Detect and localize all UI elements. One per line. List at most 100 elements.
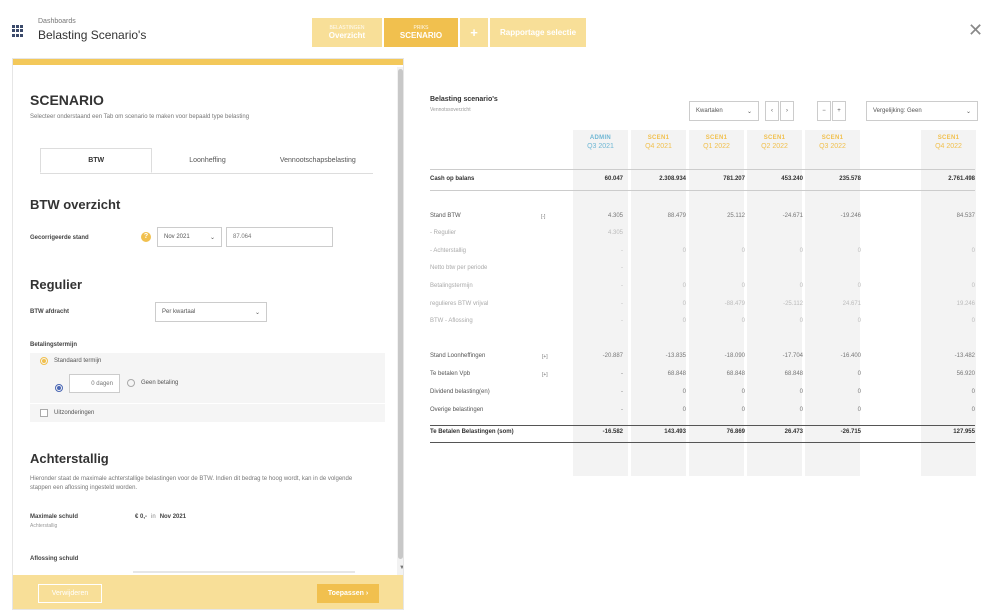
column-period: Q3 2021 [587, 143, 614, 150]
table-cell: 235.578 [839, 176, 861, 182]
table-cell: -17.704 [782, 353, 803, 359]
row-expander[interactable]: [+] [542, 372, 548, 378]
row-label: Cash op balans [430, 176, 475, 182]
table-cell: 2.308.934 [659, 176, 686, 182]
exceptions-checkbox[interactable] [40, 409, 48, 417]
table-cell: 0 [857, 283, 861, 289]
tab-scenario-label: SCENARIO [399, 31, 443, 40]
afdracht-select[interactable]: Per kwartaal ⌄ [155, 302, 267, 322]
breadcrumb[interactable]: Dashboards [38, 18, 76, 25]
scenario-heading: SCENARIO [30, 92, 104, 108]
achterstallig-description: Hieronder staat de maximale achterstalli… [30, 476, 353, 491]
max-debt-sublabel: Achterstallig [30, 523, 58, 529]
table-cell: 781.207 [723, 176, 745, 182]
standard-term-option[interactable]: Standaard termijn [30, 353, 385, 369]
column-period: Q4 2021 [645, 143, 672, 150]
tab-rapportage-selectie[interactable]: Rapportage selectie [490, 18, 586, 47]
corrected-value-input[interactable]: 87.064 [226, 227, 333, 247]
max-debt-amount: € 0,- [135, 514, 148, 520]
table-cell: 0 [971, 248, 975, 254]
days-input[interactable]: 0 dagen [69, 374, 120, 393]
table-cell: 0 [857, 389, 861, 395]
compare-value: Vergelijking: Geen [873, 108, 922, 114]
scrollbar-thumb[interactable] [398, 69, 403, 559]
table-cell: - [621, 371, 623, 377]
column-header: SCEN1 Q4 2021 [631, 135, 686, 150]
delete-button[interactable]: Verwijderen [38, 584, 102, 603]
standard-term-radio[interactable] [40, 357, 48, 365]
panel-scrollbar[interactable] [397, 67, 403, 575]
table-cell: 0 [799, 389, 803, 395]
grid-icon[interactable] [12, 25, 25, 37]
table-cell: 0 [682, 248, 686, 254]
table-cell: 0 [857, 318, 861, 324]
table-cell: -20.887 [602, 353, 623, 359]
period-value: Kwartalen [696, 108, 723, 114]
column-period: Q1 2022 [703, 143, 730, 150]
row-label: Stand Loonheffingen [430, 353, 486, 359]
column-type: SCEN1 [647, 135, 670, 141]
table-cell: 0 [799, 407, 803, 413]
tab-overzicht-label: Overzicht [328, 31, 366, 40]
table-cell: 0 [799, 283, 803, 289]
info-icon[interactable]: ? [141, 232, 151, 242]
table-cell: - [621, 318, 623, 324]
max-debt-label: Maximale schuld [30, 514, 79, 520]
afdracht-value: Per kwartaal [162, 309, 196, 315]
row-label: Overige belastingen [430, 407, 484, 413]
corrected-label: Gecorrigeerde stand [30, 235, 89, 241]
chevron-down-icon: ⌄ [254, 309, 260, 316]
table-cell: 0 [799, 318, 803, 324]
table-cell: 0 [857, 248, 861, 254]
row-label: - Regulier [430, 230, 457, 236]
column-period: Q2 2022 [761, 143, 788, 150]
table-cell: 60.047 [604, 176, 623, 182]
standard-term-label: Standaard termijn [54, 358, 102, 364]
no-payment-radio[interactable] [127, 379, 135, 387]
table-cell: 25.112 [727, 213, 745, 219]
zoom-out-button[interactable]: − [817, 101, 831, 121]
apply-button[interactable]: Toepassen › [317, 584, 379, 603]
table-cell: 0 [682, 389, 686, 395]
tab-overzicht[interactable]: BELASTINGEN Overzicht [312, 18, 382, 47]
no-payment-option[interactable]: Geen betaling [127, 379, 178, 387]
prev-period-button[interactable]: ‹ [765, 101, 779, 121]
row-expander[interactable]: [+] [542, 354, 548, 360]
cash-divider [430, 190, 975, 191]
scenario-table-title: Belasting scenario's [430, 96, 498, 103]
corrected-month-select[interactable]: Nov 2021 ⌄ [157, 227, 222, 247]
table-cell: 68.848 [784, 371, 803, 377]
no-payment-label: Geen betaling [141, 380, 179, 386]
table-cell: 0 [741, 389, 745, 395]
days-radio[interactable] [55, 379, 69, 397]
header-divider [430, 169, 975, 170]
table-cell: - [621, 265, 623, 271]
tab-overzicht-small: BELASTINGEN [329, 25, 365, 31]
table-cell: 2.761.498 [948, 176, 975, 182]
table-cell: - [621, 248, 623, 254]
column-type: SCEN1 [705, 135, 728, 141]
row-expander[interactable]: [-] [541, 214, 545, 220]
compare-select[interactable]: Vergelijking: Geen ⌄ [866, 101, 978, 121]
column-type: ADMIN [589, 135, 612, 141]
close-icon[interactable]: ✕ [968, 20, 983, 41]
corrected-month-value: Nov 2021 [164, 234, 190, 240]
table-cell: 0 [741, 283, 745, 289]
table-cell: 0 [857, 407, 861, 413]
column-header: ADMIN Q3 2021 [573, 135, 628, 150]
table-cell: 453.240 [781, 176, 803, 182]
period-select[interactable]: Kwartalen ⌄ [689, 101, 759, 121]
tab-loonheffing[interactable]: Loonheffing [152, 148, 262, 173]
exceptions-option[interactable]: Uitzonderingen [30, 404, 385, 422]
next-period-button[interactable]: › [780, 101, 794, 121]
table-cell: 76.869 [726, 429, 745, 435]
tab-btw[interactable]: BTW [40, 148, 153, 173]
table-cell: -13.835 [665, 353, 686, 359]
add-tab-button[interactable]: + [460, 18, 488, 47]
table-cell: 0 [971, 407, 975, 413]
tab-scenario[interactable]: PRIKS SCENARIO [384, 18, 458, 47]
scroll-down-icon[interactable]: ▼ [399, 565, 403, 571]
column-header: SCEN1 Q1 2022 [689, 135, 744, 150]
zoom-in-button[interactable]: + [832, 101, 846, 121]
tab-vennootschapsbelasting[interactable]: Vennootschapsbelasting [263, 148, 373, 173]
